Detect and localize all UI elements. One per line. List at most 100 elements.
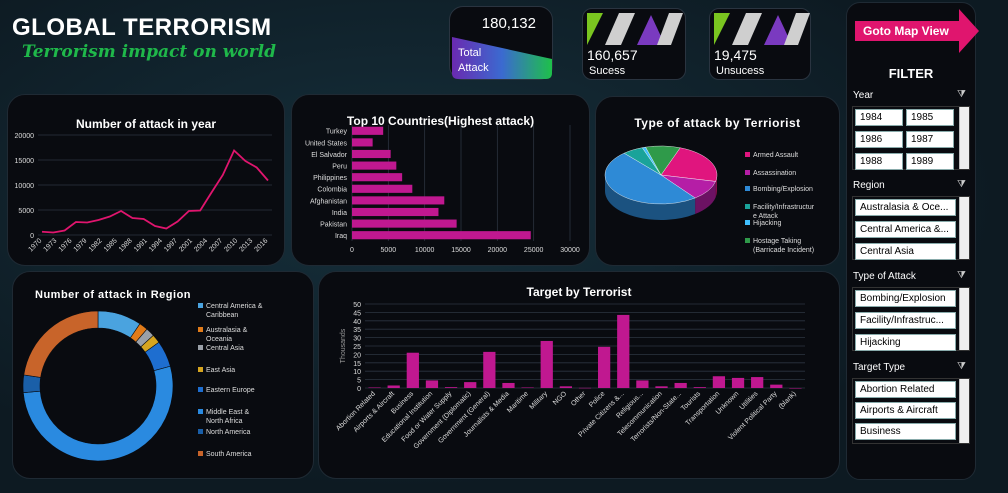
goto-map-label: Goto Map View xyxy=(863,24,949,38)
x-tick-label: 1985 xyxy=(103,237,119,253)
x-tick-label: 30000 xyxy=(560,247,580,254)
y-tick-label: 30 xyxy=(353,336,361,343)
attack-type-item[interactable]: Hijacking xyxy=(855,334,956,351)
year-item[interactable]: 1986 xyxy=(855,131,903,148)
y-tick-label: Peru xyxy=(332,164,347,171)
region-donut-chart: Central America & Caribbean Australasia & O… xyxy=(22,303,263,462)
legend-label: Hijacking xyxy=(753,220,782,227)
legend-label: Oceania xyxy=(206,336,232,343)
region-item[interactable]: Central Asia xyxy=(855,243,956,260)
year-scrollbar[interactable] xyxy=(959,107,969,169)
goto-map-button[interactable]: Goto Map View xyxy=(855,7,981,55)
target-type-slicer: Abortion Related Airports & Aircraft Bus… xyxy=(852,378,970,444)
y-tick-label: El Salvador xyxy=(311,152,347,159)
x-tick-label: 2013 xyxy=(238,237,254,253)
clear-filter-icon[interactable]: ⧩ xyxy=(957,270,966,281)
target-type-item[interactable]: Abortion Related xyxy=(855,381,956,398)
x-tick-label: 2007 xyxy=(208,237,224,253)
y-tick-label: Pakistan xyxy=(320,222,347,229)
bar xyxy=(352,161,397,170)
x-tick-label: 10000 xyxy=(415,247,435,254)
legend-swatch xyxy=(745,238,750,243)
target-type-item[interactable]: Airports & Aircraft xyxy=(855,402,956,419)
legend-swatch xyxy=(745,152,750,157)
y-tick-label: 10 xyxy=(353,369,361,376)
bar xyxy=(789,388,802,389)
region-item[interactable]: Australasia & Oce... xyxy=(855,199,956,216)
year-slicer: 1984 1985 1986 1987 1988 1989 xyxy=(852,106,970,170)
x-tick-label: 1988 xyxy=(118,237,134,253)
legend-label: e Attack xyxy=(753,213,778,220)
x-tick-label: 0 xyxy=(350,247,354,254)
kpi-total-label1: Total xyxy=(458,47,482,59)
region-item[interactable]: Central America &... xyxy=(855,221,956,238)
x-tick-label: 2001 xyxy=(178,237,194,253)
year-filter-label: Year xyxy=(853,90,874,101)
year-item[interactable]: 1988 xyxy=(855,153,903,170)
year-item[interactable]: 1987 xyxy=(906,131,954,148)
attack-type-pie-chart: Armed Assault Assassination Bombing/Explos… xyxy=(604,145,815,254)
bar xyxy=(674,382,687,388)
legend-label: Australasia & xyxy=(206,327,248,334)
kpi-success-label: Sucess xyxy=(589,65,626,77)
y-tick-label: Afghanistan xyxy=(310,198,347,205)
x-tick-label: 1976 xyxy=(58,237,74,253)
x-tick-label: 1979 xyxy=(73,237,89,253)
target-bar-chart: 05101520253035404550ThousandsAbortion Re… xyxy=(335,302,805,450)
donut-slice xyxy=(22,374,41,393)
year-item[interactable]: 1984 xyxy=(855,109,903,126)
page-subtitle: Terrorism impact on world xyxy=(22,42,277,62)
x-tick-label: 1994 xyxy=(148,237,164,253)
bar xyxy=(352,184,413,193)
kpi-success-card: 160,657 Sucess xyxy=(582,8,686,80)
y-tick-label: 50 xyxy=(353,302,361,309)
bar xyxy=(352,149,391,159)
y-tick-label: Iraq xyxy=(335,233,347,240)
target-chart-panel: Target by Terrorist 0 5 10 15 20 25 30 35 40 45 50… xyxy=(318,271,840,479)
legend-label: Bombing/Explosion xyxy=(753,186,813,193)
region-scrollbar[interactable] xyxy=(959,197,969,259)
clear-filter-icon[interactable]: ⧩ xyxy=(957,361,966,372)
attack-type-scrollbar[interactable] xyxy=(959,288,969,350)
legend-swatch xyxy=(745,186,750,191)
legend-label: Central America & xyxy=(206,303,263,310)
x-tick-label: Other xyxy=(570,390,588,408)
kpi-unsuccess-label: Unsucess xyxy=(716,65,765,77)
y-tick-label: Philippines xyxy=(313,175,347,182)
bar xyxy=(425,380,439,388)
bar xyxy=(464,382,477,388)
x-tick-label: 15000 xyxy=(451,247,471,254)
bar xyxy=(636,380,649,388)
legend-label: Caribbean xyxy=(206,312,238,319)
x-tick-label: 5000 xyxy=(381,247,397,254)
page-title: GLOBAL TERRORISM xyxy=(12,14,272,41)
legend-swatch xyxy=(198,387,203,392)
attack-type-item[interactable]: Bombing/Explosion xyxy=(855,290,956,307)
legend-label: North Africa xyxy=(206,418,243,425)
legend-label: Middle East & xyxy=(206,409,250,416)
y-tick-label: 35 xyxy=(353,327,361,334)
bar xyxy=(352,219,457,228)
attack-type-item[interactable]: Facility/Infrastruc... xyxy=(855,312,956,329)
x-tick-label: 20000 xyxy=(488,247,508,254)
year-item[interactable]: 1985 xyxy=(906,109,954,126)
bar xyxy=(368,387,381,388)
kpi-unsuccess-value: 19,475 xyxy=(714,47,757,63)
bar xyxy=(352,138,373,147)
x-tick-label: NGO xyxy=(552,390,569,407)
attack-type-chart-panel: Type of attack by Terriorist Armed Assau… xyxy=(595,96,840,266)
filter-panel: Goto Map View FILTER Year ⧩ 1984 1985 19… xyxy=(846,2,979,480)
bar xyxy=(731,377,745,388)
target-type-scrollbar[interactable] xyxy=(959,379,969,443)
bar xyxy=(559,386,572,388)
clear-filter-icon[interactable]: ⧩ xyxy=(957,179,966,190)
target-type-item[interactable]: Business xyxy=(855,423,956,440)
year-item[interactable]: 1989 xyxy=(906,153,954,170)
legend-label: East Asia xyxy=(206,367,235,374)
clear-filter-icon[interactable]: ⧩ xyxy=(957,89,966,100)
bar xyxy=(598,346,611,388)
legend-label: Central Asia xyxy=(206,345,244,352)
x-tick-label: 1997 xyxy=(163,237,179,253)
legend-swatch xyxy=(198,451,203,456)
target-type-filter-label: Target Type xyxy=(853,362,906,373)
